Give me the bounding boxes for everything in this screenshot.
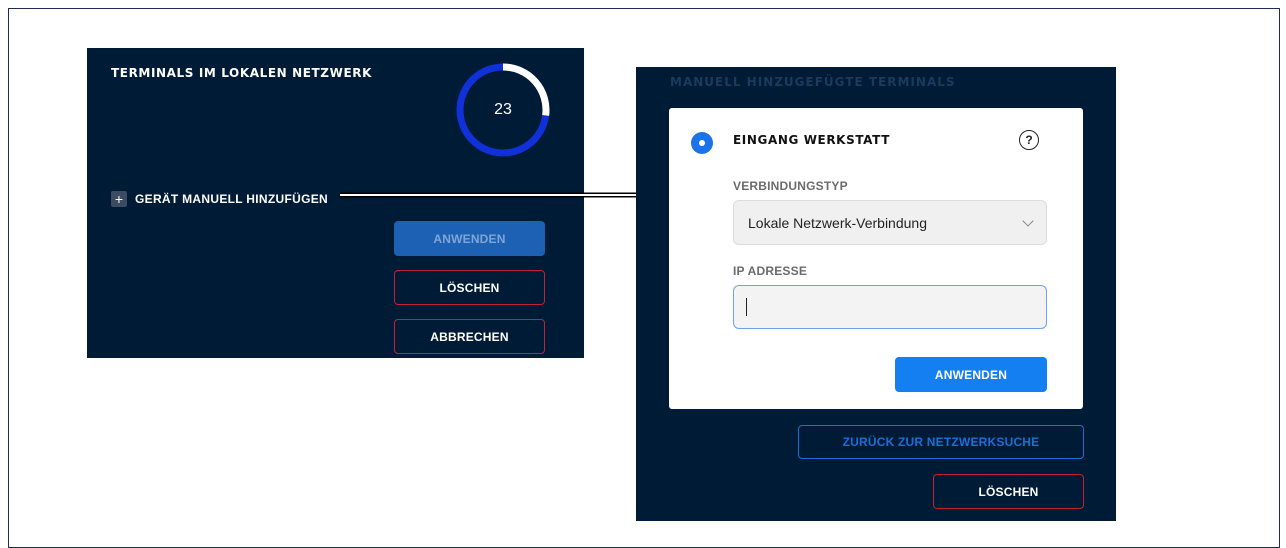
terminal-name: EINGANG WERKSTATT bbox=[733, 133, 890, 147]
ip-address-input[interactable] bbox=[733, 285, 1047, 329]
connection-type-select[interactable]: Lokale Netzwerk-Verbindung bbox=[733, 200, 1047, 245]
chevron-down-icon bbox=[1022, 214, 1034, 227]
ip-address-label: IP ADRESSE bbox=[733, 264, 808, 278]
connection-type-value: Lokale Netzwerk-Verbindung bbox=[748, 214, 927, 231]
back-to-network-search-button[interactable]: ZURÜCK ZUR NETZWERKSUCHE bbox=[798, 425, 1084, 459]
manual-terminals-panel: MANUELL HINZUGEFÜGTE TERMINALS EINGANG W… bbox=[636, 67, 1116, 521]
apply-button[interactable]: ANWENDEN bbox=[895, 357, 1047, 392]
panel-title-faded: MANUELL HINZUGEFÜGTE TERMINALS bbox=[670, 75, 956, 89]
help-icon[interactable]: ? bbox=[1019, 130, 1039, 150]
terminal-card: EINGANG WERKSTATT ? VERBINDUNGSTYP Lokal… bbox=[669, 108, 1083, 409]
delete-button[interactable]: LÖSCHEN bbox=[933, 474, 1084, 509]
text-cursor bbox=[746, 298, 747, 316]
radio-selected-icon[interactable] bbox=[691, 132, 713, 154]
connection-type-label: VERBINDUNGSTYP bbox=[733, 179, 848, 193]
